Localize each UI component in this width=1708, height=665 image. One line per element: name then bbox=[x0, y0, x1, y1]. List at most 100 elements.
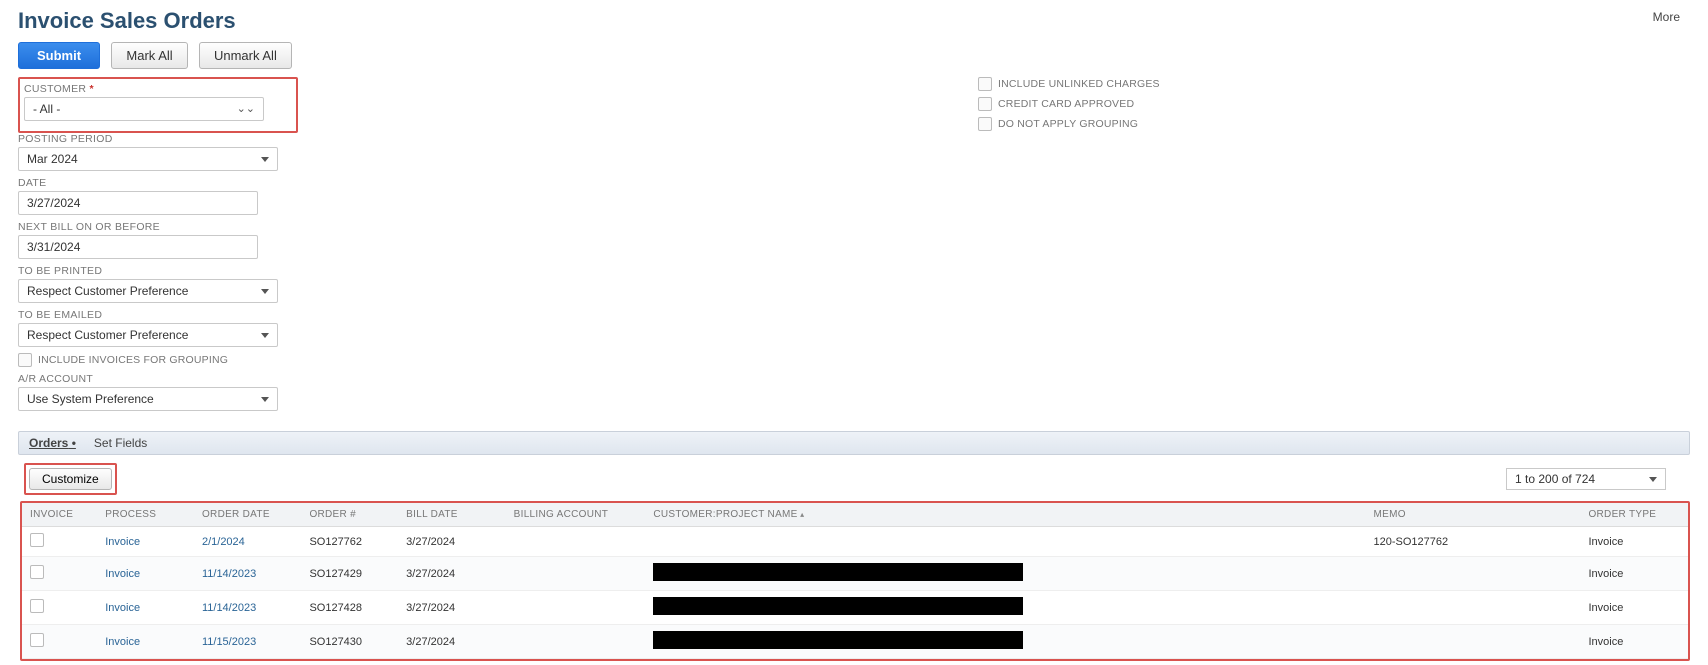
process-link[interactable]: Invoice bbox=[105, 602, 140, 614]
col-order-date[interactable]: ORDER DATE bbox=[194, 503, 301, 527]
table-row: Invoice 11/15/2023 SO127430 3/27/2024 In… bbox=[22, 625, 1688, 659]
order-type: Invoice bbox=[1580, 557, 1688, 591]
to-be-printed-select[interactable]: Respect Customer Preference bbox=[18, 279, 278, 303]
caret-down-icon bbox=[261, 157, 269, 162]
order-type: Invoice bbox=[1580, 527, 1688, 557]
process-link[interactable]: Invoice bbox=[105, 636, 140, 648]
memo: 120-SO127762 bbox=[1366, 527, 1581, 557]
include-unlinked-label: INCLUDE UNLINKED CHARGES bbox=[998, 78, 1160, 90]
include-invoices-label: INCLUDE INVOICES FOR GROUPING bbox=[38, 354, 228, 366]
pager-select[interactable]: 1 to 200 of 724 bbox=[1506, 468, 1666, 490]
col-bill-date[interactable]: BILL DATE bbox=[398, 503, 505, 527]
order-num: SO127430 bbox=[301, 625, 398, 659]
table-row: Invoice 2/1/2024 SO127762 3/27/2024 120-… bbox=[22, 527, 1688, 557]
memo bbox=[1366, 625, 1581, 659]
billing-account bbox=[506, 527, 646, 557]
bill-date: 3/27/2024 bbox=[398, 591, 505, 625]
to-be-printed-label: TO BE PRINTED bbox=[18, 265, 298, 277]
mark-all-button[interactable]: Mark All bbox=[111, 42, 187, 69]
bill-date: 3/27/2024 bbox=[398, 625, 505, 659]
caret-down-icon bbox=[261, 397, 269, 402]
ar-account-label: A/R ACCOUNT bbox=[18, 373, 298, 385]
customer-cell bbox=[645, 625, 1365, 659]
billing-account bbox=[506, 625, 646, 659]
col-invoice[interactable]: INVOICE bbox=[22, 503, 97, 527]
to-be-emailed-label: TO BE EMAILED bbox=[18, 309, 298, 321]
billing-account bbox=[506, 557, 646, 591]
date-label: DATE bbox=[18, 177, 298, 189]
customer-select[interactable]: - All - ⌄⌄ bbox=[24, 97, 264, 121]
pager-text: 1 to 200 of 724 bbox=[1515, 472, 1595, 486]
col-memo[interactable]: MEMO bbox=[1366, 503, 1581, 527]
filter-column: CUSTOMER * - All - ⌄⌄ POSTING PERIOD Mar… bbox=[18, 77, 298, 417]
col-billing-account[interactable]: BILLING ACCOUNT bbox=[506, 503, 646, 527]
date-input[interactable]: 3/27/2024 bbox=[18, 191, 258, 215]
next-bill-label: NEXT BILL ON OR BEFORE bbox=[18, 221, 298, 233]
row-checkbox[interactable] bbox=[30, 565, 44, 579]
caret-down-icon bbox=[261, 289, 269, 294]
no-grouping-checkbox[interactable] bbox=[978, 117, 992, 131]
customer-cell bbox=[645, 527, 1365, 557]
customer-highlight: CUSTOMER * - All - ⌄⌄ bbox=[18, 77, 298, 133]
redacted-block bbox=[653, 631, 1023, 649]
include-unlinked-row: INCLUDE UNLINKED CHARGES bbox=[978, 77, 1160, 91]
order-date-link[interactable]: 11/14/2023 bbox=[202, 568, 256, 580]
date-value: 3/27/2024 bbox=[27, 196, 80, 210]
submit-button[interactable]: Submit bbox=[18, 42, 100, 69]
to-be-emailed-value: Respect Customer Preference bbox=[27, 328, 188, 342]
row-checkbox[interactable] bbox=[30, 533, 44, 547]
to-be-printed-value: Respect Customer Preference bbox=[27, 284, 188, 298]
customer-cell bbox=[645, 557, 1365, 591]
billing-account bbox=[506, 591, 646, 625]
customize-highlight: Customize bbox=[24, 463, 117, 495]
ar-account-value: Use System Preference bbox=[27, 392, 154, 406]
order-date-link[interactable]: 2/1/2024 bbox=[202, 536, 245, 548]
next-bill-input[interactable]: 3/31/2024 bbox=[18, 235, 258, 259]
col-order-num[interactable]: ORDER # bbox=[301, 503, 398, 527]
row-checkbox[interactable] bbox=[30, 599, 44, 613]
col-process[interactable]: PROCESS bbox=[97, 503, 194, 527]
redacted-block bbox=[653, 563, 1023, 581]
unmark-all-button[interactable]: Unmark All bbox=[199, 42, 292, 69]
bill-date: 3/27/2024 bbox=[398, 527, 505, 557]
memo bbox=[1366, 591, 1581, 625]
more-link[interactable]: More bbox=[1653, 10, 1680, 24]
posting-period-value: Mar 2024 bbox=[27, 152, 78, 166]
grid-toolbar: Customize 1 to 200 of 724 bbox=[18, 455, 1690, 501]
tab-set-fields[interactable]: Set Fields bbox=[94, 436, 147, 450]
table-row: Invoice 11/14/2023 SO127428 3/27/2024 In… bbox=[22, 591, 1688, 625]
order-date-link[interactable]: 11/15/2023 bbox=[202, 636, 256, 648]
include-invoices-checkbox[interactable] bbox=[18, 353, 32, 367]
grid-highlight: INVOICE PROCESS ORDER DATE ORDER # BILL … bbox=[20, 501, 1690, 661]
orders-table: INVOICE PROCESS ORDER DATE ORDER # BILL … bbox=[22, 503, 1688, 659]
no-grouping-label: DO NOT APPLY GROUPING bbox=[998, 118, 1138, 130]
col-customer[interactable]: CUSTOMER:PROJECT NAME bbox=[645, 503, 1365, 527]
redacted-block bbox=[653, 597, 1023, 615]
ar-account-select[interactable]: Use System Preference bbox=[18, 387, 278, 411]
customer-label: CUSTOMER * bbox=[24, 83, 292, 95]
action-buttons: Submit Mark All Unmark All bbox=[18, 42, 1690, 69]
memo bbox=[1366, 557, 1581, 591]
posting-period-label: POSTING PERIOD bbox=[18, 133, 298, 145]
caret-down-icon bbox=[1649, 477, 1657, 482]
process-link[interactable]: Invoice bbox=[105, 568, 140, 580]
posting-period-select[interactable]: Mar 2024 bbox=[18, 147, 278, 171]
order-num: SO127428 bbox=[301, 591, 398, 625]
order-date-link[interactable]: 11/14/2023 bbox=[202, 602, 256, 614]
customize-button[interactable]: Customize bbox=[29, 468, 112, 490]
credit-card-checkbox[interactable] bbox=[978, 97, 992, 111]
tab-orders[interactable]: Orders • bbox=[29, 436, 76, 450]
row-checkbox[interactable] bbox=[30, 633, 44, 647]
caret-down-icon bbox=[261, 333, 269, 338]
to-be-emailed-select[interactable]: Respect Customer Preference bbox=[18, 323, 278, 347]
order-num: SO127429 bbox=[301, 557, 398, 591]
process-link[interactable]: Invoice bbox=[105, 536, 140, 548]
col-order-type[interactable]: ORDER TYPE bbox=[1580, 503, 1688, 527]
next-bill-value: 3/31/2024 bbox=[27, 240, 80, 254]
table-row: Invoice 11/14/2023 SO127429 3/27/2024 In… bbox=[22, 557, 1688, 591]
customer-value: - All - bbox=[33, 102, 60, 116]
include-unlinked-checkbox[interactable] bbox=[978, 77, 992, 91]
bill-date: 3/27/2024 bbox=[398, 557, 505, 591]
page-title: Invoice Sales Orders bbox=[18, 8, 1690, 34]
tab-bar: Orders • Set Fields bbox=[18, 431, 1690, 455]
